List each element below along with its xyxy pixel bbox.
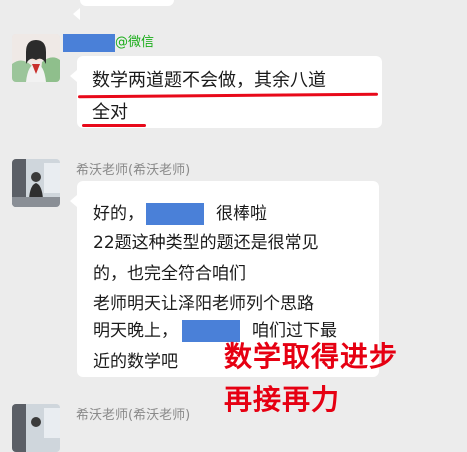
redacted-name — [146, 203, 204, 225]
message-text-line: 全对 — [92, 102, 128, 123]
wechat-suffix: @微信 — [115, 35, 155, 50]
red-underline — [82, 124, 146, 127]
portrait-icon — [12, 34, 60, 82]
message-text-line: 好的， 很棒啦 — [93, 199, 267, 225]
text-segment: 好的， — [93, 204, 144, 224]
sender-name: 希沃老师(希沃老师) — [76, 163, 191, 178]
sender-name: @微信 — [63, 31, 154, 52]
text-segment: 很棒啦 — [216, 204, 267, 224]
message-bubble-student[interactable]: 数学两道题不会做，其余八道 全对 — [70, 56, 382, 128]
message-text-line: 22题这种类型的题还是很常见 — [93, 233, 319, 253]
message-text-line: 的，也完全符合咱们 — [93, 264, 246, 284]
annotation-text: 数学取得进步 — [224, 340, 399, 373]
teacher-photo-icon — [12, 159, 60, 207]
annotation-text: 再接再力 — [224, 383, 341, 416]
text-segment: 明天晚上， — [93, 321, 178, 341]
teacher-photo-icon — [12, 404, 60, 452]
message-text-line: 数学两道题不会做，其余八道 — [92, 70, 326, 91]
redacted-sender-name — [63, 33, 115, 52]
message-text-line: 老师明天让泽阳老师列个思路 — [93, 294, 314, 314]
student-avatar[interactable] — [12, 34, 60, 82]
teacher-avatar[interactable] — [12, 404, 60, 452]
message-text-line: 近的数学吧 — [93, 352, 178, 372]
sender-name: 希沃老师(希沃老师) — [76, 408, 191, 423]
previous-message-bubble — [73, 0, 174, 20]
teacher-avatar[interactable] — [12, 159, 60, 207]
